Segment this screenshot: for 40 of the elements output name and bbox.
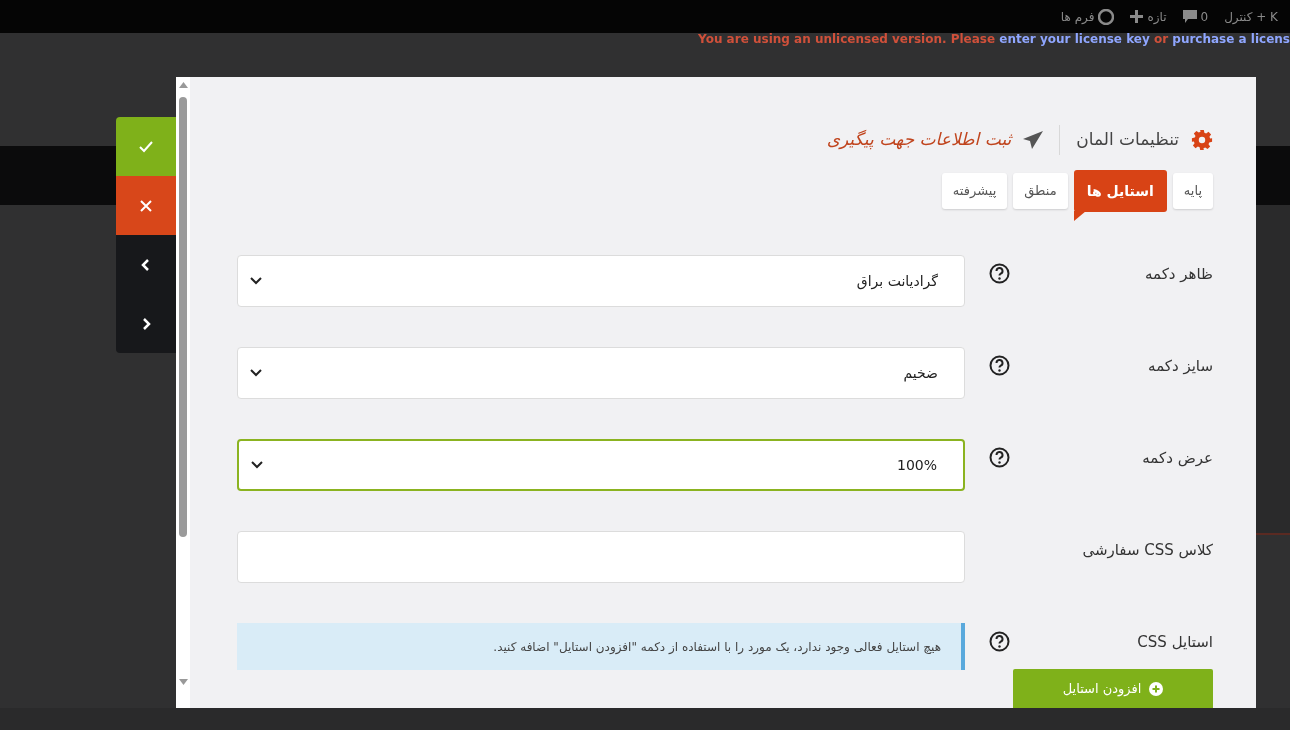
license-notice: You are using an unlicensed version. Please enter your license key or purchase a licens	[698, 33, 1290, 45]
admin-bar-link[interactable]: فرم ها	[1060, 7, 1095, 26]
info-notice: هیچ استایل فعالی وجود ندارد، یک مورد را با استفاده از دکمه "افزودن استایل" اضافه کنید.	[237, 623, 965, 670]
purchase-link[interactable]: purchase a licens	[1172, 32, 1290, 46]
form-logo-icon	[1098, 8, 1115, 25]
field-label: ظاهر دکمه	[1145, 264, 1213, 285]
select-field[interactable]: ضخیم	[237, 347, 965, 399]
comment-icon	[1182, 10, 1197, 23]
scrollbar[interactable]	[176, 77, 190, 708]
help-icon[interactable]	[989, 355, 1010, 376]
admin-bar-link[interactable]: تازه	[1147, 7, 1167, 26]
tab[interactable]: پیشرفته	[941, 173, 1008, 209]
scroll-down-icon[interactable]	[179, 679, 188, 685]
select-field[interactable]: 100%	[237, 439, 965, 491]
modal-heading: تنظیمات المان	[1076, 128, 1179, 152]
chevron-down-icon	[251, 461, 263, 469]
chevron-down-icon	[250, 369, 262, 377]
field-label: کلاس CSS سفارشی	[1082, 540, 1213, 561]
field-label: استایل CSS	[1137, 632, 1213, 653]
element-title: ثبت اطلاعات جهت پیگیری	[826, 128, 1012, 152]
plus-icon	[1130, 10, 1144, 23]
help-icon[interactable]	[989, 447, 1010, 468]
tab-pointer-icon	[1073, 211, 1086, 221]
paper-plane-icon	[1023, 131, 1044, 149]
license-key-link[interactable]: enter your license key	[999, 32, 1150, 46]
settings-icon	[1191, 129, 1213, 151]
tab[interactable]: پایه	[1172, 173, 1213, 209]
admin-bar-link[interactable]: 0	[1200, 7, 1209, 26]
chevron-down-icon	[250, 277, 262, 285]
admin-bar-link[interactable]: کنترل + K	[1224, 7, 1278, 26]
input-field[interactable]	[237, 531, 965, 583]
select-field[interactable]: گرادیانت براق	[237, 255, 965, 307]
close-icon	[138, 197, 154, 214]
help-icon[interactable]	[989, 263, 1010, 284]
plus-circle-icon	[1149, 681, 1164, 696]
help-icon[interactable]	[989, 631, 1010, 652]
tab[interactable]: منطق	[1013, 173, 1068, 209]
field-label: سایز دکمه	[1148, 356, 1213, 377]
scroll-up-icon[interactable]	[179, 82, 188, 88]
field-label: عرض دکمه	[1142, 448, 1213, 469]
